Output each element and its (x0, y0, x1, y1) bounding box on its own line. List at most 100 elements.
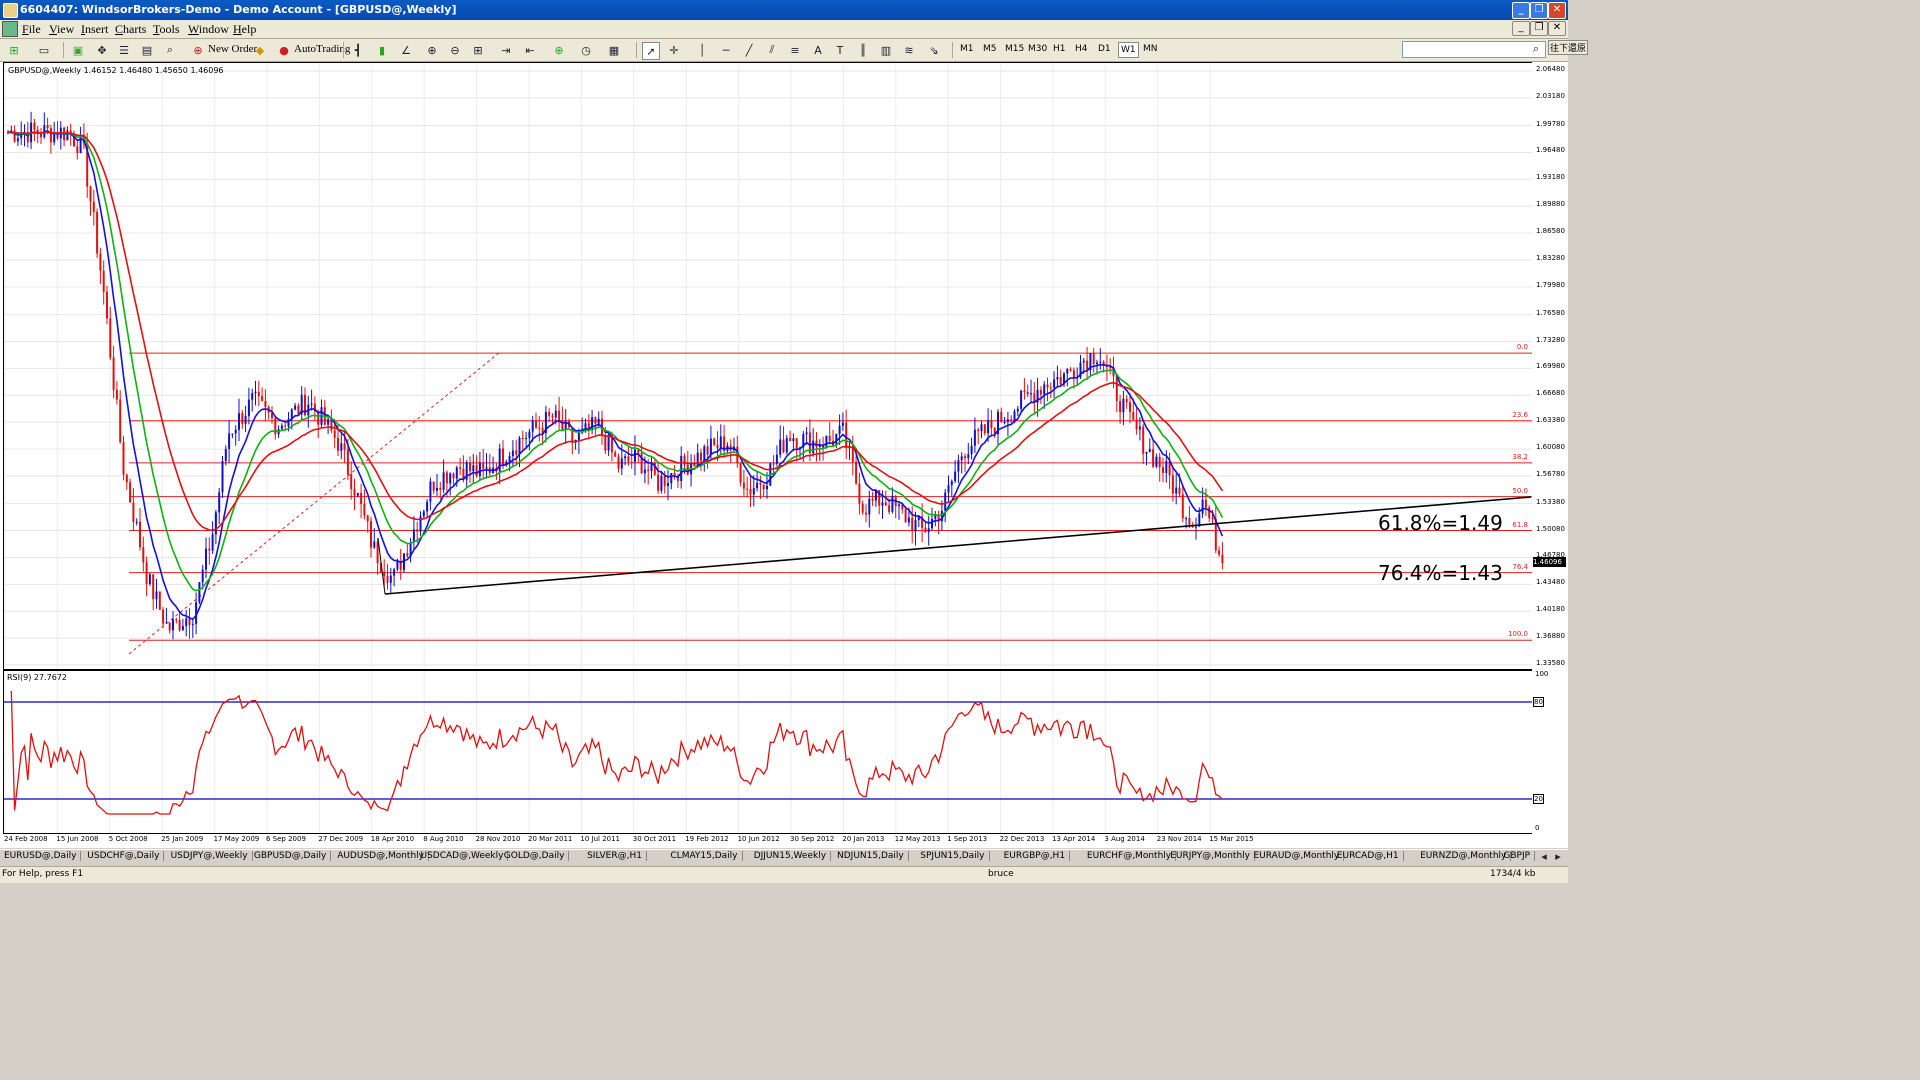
text-label-icon[interactable]: T (832, 42, 848, 58)
timeframe-h1[interactable]: H1 (1051, 42, 1068, 56)
profiles-icon[interactable]: ▭ (36, 42, 52, 58)
zoom-out-icon[interactable]: ⊖ (447, 42, 463, 58)
chart-tab[interactable]: EURCHF@,Monthly (1087, 851, 1177, 861)
chart-tab[interactable]: EURNZD@,Monthly (1420, 851, 1512, 861)
bar-chart-icon[interactable]: ┫ (350, 42, 366, 58)
child-minimize-button[interactable]: _ (1512, 21, 1530, 36)
chart-tab[interactable]: CLMAY15,Daily (670, 851, 743, 861)
chart-tab[interactable]: SPJUN15,Daily (920, 851, 990, 861)
new-order-icon[interactable]: ⊕ (190, 42, 206, 58)
candle-body (1030, 393, 1032, 395)
candle-body (957, 460, 960, 472)
navigator-icon[interactable]: ☰ (116, 42, 132, 58)
terminal-icon[interactable]: ▤ (139, 42, 155, 58)
menu-help[interactable]: Help (233, 22, 256, 37)
timeframe-d1[interactable]: D1 (1096, 42, 1113, 56)
chart-doc-icon[interactable] (2, 21, 18, 37)
tab-scroll-right-icon[interactable]: ▸ (1552, 849, 1564, 863)
templates-icon[interactable]: ▦ (606, 42, 622, 58)
chart-tab[interactable]: USDCAD@,Weekly (421, 851, 509, 861)
search-input[interactable] (1402, 41, 1546, 58)
timeframe-h4[interactable]: H4 (1073, 42, 1090, 56)
zoom-in-icon[interactable]: ⊕ (424, 42, 440, 58)
chart-tab[interactable]: AUDUSD@,Monthly (337, 851, 429, 861)
crosshair-icon[interactable]: ✛ (666, 42, 682, 58)
search-button[interactable]: 往下還原 (1548, 40, 1589, 55)
gann-icon[interactable]: ║ (855, 42, 871, 58)
line-chart-icon[interactable]: ∠ (398, 42, 414, 58)
menu-insert[interactable]: Insert (81, 22, 108, 37)
menu-view[interactable]: View (49, 22, 74, 37)
menu-charts[interactable]: Charts (115, 22, 146, 37)
timeframe-m30[interactable]: M30 (1026, 42, 1049, 56)
price-pane[interactable]: GBPUSD@,Weekly 1.46152 1.46480 1.45650 1… (3, 62, 1533, 670)
tile-windows-icon[interactable]: ⊞ (470, 42, 486, 58)
chart-shift-icon[interactable]: ⇥ (498, 42, 514, 58)
chart-tab[interactable]: GOLD@,Daily (504, 851, 570, 861)
restore-button[interactable]: ❐ (1530, 2, 1548, 19)
candle-body (92, 201, 95, 212)
rsi-chart[interactable] (4, 671, 1532, 833)
timeframe-w1[interactable]: W1 (1118, 42, 1139, 58)
chart-tab[interactable]: EURAUD@,Monthly (1254, 851, 1345, 861)
candle-body (775, 454, 778, 464)
new-order-button[interactable]: New Order (208, 43, 257, 55)
chart-tab[interactable]: USDCHF@,Daily (87, 851, 165, 861)
child-close-button[interactable]: ✕ (1548, 21, 1566, 36)
child-restore-button[interactable]: ❐ (1530, 21, 1548, 36)
candle-body (436, 487, 438, 491)
menu-file[interactable]: File (22, 22, 41, 37)
fib-expansion-icon[interactable]: ▥ (878, 42, 894, 58)
close-button[interactable]: ✕ (1548, 2, 1566, 19)
chart-tab[interactable]: NDJUN15,Daily (837, 851, 909, 861)
chart-tab[interactable]: EURCAD@,H1 (1337, 851, 1404, 861)
market-watch-icon[interactable]: ▣ (70, 42, 86, 58)
autotrading-button[interactable]: AutoTrading (294, 43, 350, 55)
timeframe-m15[interactable]: M15 (1003, 42, 1026, 56)
candlestick-icon[interactable]: ▮ (374, 42, 390, 58)
chart-tab[interactable]: GBPJP (1503, 851, 1536, 861)
metaeditor-icon[interactable]: ◆ (252, 42, 268, 58)
fibonacci-icon[interactable]: ≡ (787, 42, 803, 58)
periods-icon[interactable]: ◷ (578, 42, 594, 58)
autoscroll-icon[interactable]: ⇤ (522, 42, 538, 58)
timeframe-m1[interactable]: M1 (958, 42, 976, 56)
price-chart[interactable] (4, 63, 1532, 669)
new-chart-icon[interactable]: ⊞ (6, 42, 22, 58)
minimize-button[interactable]: _ (1512, 2, 1530, 19)
chart-window[interactable]: GBPUSD@,Weekly 1.46152 1.46480 1.45650 1… (0, 62, 1568, 848)
tab-scroll-left-icon[interactable]: ◂ (1538, 849, 1550, 863)
cursor-icon[interactable]: ➚ (642, 42, 660, 60)
search-icon[interactable]: ⌕ (1528, 41, 1544, 57)
horizontal-line-icon[interactable]: ─ (718, 42, 734, 58)
chart-tab[interactable]: DJJUN15,Weekly (754, 851, 832, 861)
text-icon[interactable]: A (810, 42, 826, 58)
timeframe-mn[interactable]: MN (1141, 42, 1160, 56)
fib-level-label: 61.8 (1512, 520, 1528, 529)
candle-body (604, 434, 607, 451)
menu-window[interactable]: Window (188, 22, 229, 37)
chart-tab[interactable]: SILVER@,H1 (587, 851, 647, 861)
chart-tab[interactable]: EURJPY@,Monthly (1170, 851, 1255, 861)
chart-tab[interactable]: GBPUSD@,Daily (254, 851, 332, 861)
timeframe-m5[interactable]: M5 (981, 42, 999, 56)
fib-fan-icon[interactable]: ≋ (901, 42, 917, 58)
chart-tab[interactable]: EURUSD@,Daily (4, 851, 82, 861)
rsi-pane[interactable]: RSI(9) 27.7672 (3, 670, 1533, 834)
autotrading-icon[interactable]: ● (276, 42, 292, 58)
chart-tab[interactable]: USDJPY@,Weekly (171, 851, 253, 861)
channel-icon[interactable]: ⫽ (764, 42, 780, 58)
candle-body (356, 492, 359, 496)
vertical-line-icon[interactable]: │ (694, 42, 710, 58)
candle-body (122, 442, 125, 475)
tester-icon[interactable]: ⌕ (162, 42, 178, 58)
trendline-icon[interactable]: ╱ (741, 42, 757, 58)
candle-body (762, 484, 765, 490)
arrows-icon[interactable]: ⇘ (926, 42, 942, 58)
chart-tab[interactable]: EURGBP@,H1 (1004, 851, 1071, 861)
menu-tools[interactable]: Tools (153, 22, 180, 37)
candle-body (145, 562, 148, 584)
candle-body (1122, 398, 1125, 413)
indicators-icon[interactable]: ⊕ (551, 42, 567, 58)
data-window-icon[interactable]: ✥ (94, 42, 110, 58)
